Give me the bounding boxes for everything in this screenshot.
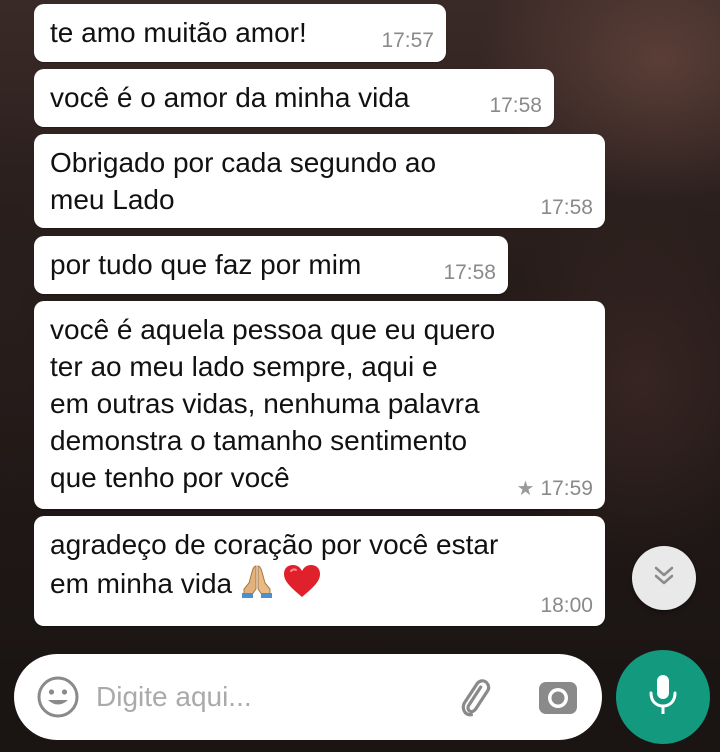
red-heart-icon (282, 563, 322, 608)
message-time: 17:58 (540, 196, 593, 219)
star-icon: ★ (516, 478, 535, 500)
message-time: 17:58 (489, 94, 542, 117)
message-time: 17:59 (540, 477, 593, 500)
microphone-icon (646, 673, 680, 722)
message-bubble[interactable]: por tudo que faz por mim 17:58 (34, 236, 508, 294)
message-text: você é o amor da minha vida (50, 82, 410, 113)
message-text: te amo muitão amor! (50, 17, 307, 48)
message-time: 17:58 (443, 261, 496, 284)
message-text: por tudo que faz por mim (50, 249, 362, 280)
message-bubble[interactable]: você é aquela pessoa que eu quero ter ao… (34, 301, 605, 509)
paperclip-icon[interactable] (452, 674, 498, 720)
voice-message-button[interactable] (616, 650, 710, 744)
message-bubble[interactable]: agradeço de coração por você estar em mi… (34, 516, 605, 626)
folded-hands-icon (240, 563, 274, 608)
message-bubble[interactable]: você é o amor da minha vida 17:58 (34, 69, 554, 127)
message-composer (14, 654, 602, 740)
double-chevron-down-icon (650, 562, 678, 595)
scroll-to-bottom-button[interactable] (632, 546, 696, 610)
smiley-icon[interactable] (36, 675, 80, 719)
message-bubble[interactable]: te amo muitão amor! 17:57 (34, 4, 446, 62)
message-list[interactable]: te amo muitão amor! 17:57 você é o amor … (0, 0, 720, 660)
message-text-content: agradeço de coração por você estar em mi… (50, 529, 499, 599)
message-time: 17:57 (381, 29, 434, 52)
message-time: 18:00 (540, 594, 593, 617)
message-text: agradeço de coração por você estar em mi… (50, 526, 589, 608)
message-text: você é aquela pessoa que eu quero ter ao… (50, 314, 496, 493)
camera-icon[interactable] (536, 676, 580, 720)
message-bubble[interactable]: Obrigado por cada segundo ao meu Lado 17… (34, 134, 605, 228)
message-text: Obrigado por cada segundo ao meu Lado (50, 147, 437, 215)
message-input[interactable] (96, 676, 426, 718)
message-time-group: ★ 17:59 (517, 477, 594, 501)
